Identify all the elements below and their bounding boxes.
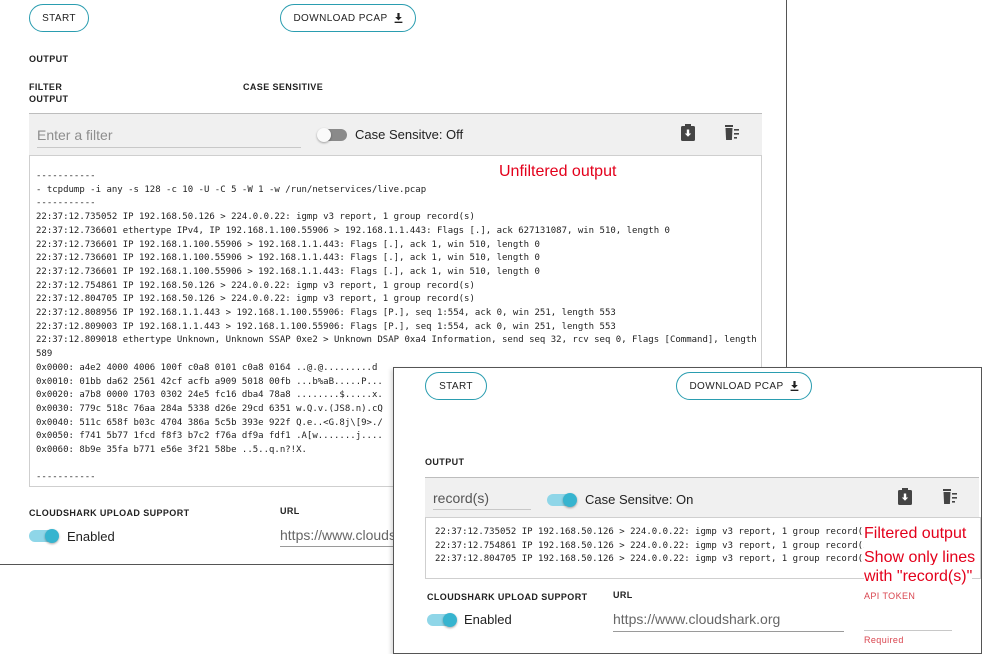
start-button[interactable]: START xyxy=(29,4,89,32)
start-button-label: START xyxy=(42,12,76,24)
output-heading: OUTPUT xyxy=(29,54,69,64)
filter-input[interactable] xyxy=(433,487,531,510)
toggle-knob xyxy=(317,128,331,142)
case-sensitive-header-clip: CASE SENSITIVE xyxy=(243,82,323,90)
output-text: 22:37:12.735052 IP 192.168.50.126 > 224.… xyxy=(435,527,874,565)
window-filtered: START DOWNLOAD PCAP OUTPUT Case Sensitve… xyxy=(393,367,982,654)
annotation-filtered-3: with "record(s)" xyxy=(864,565,973,589)
output-heading: OUTPUT xyxy=(425,457,465,467)
clear-list-icon[interactable] xyxy=(942,488,958,506)
annotation-unfiltered: Unfiltered output xyxy=(499,163,617,180)
output-sub-label: OUTPUT xyxy=(29,94,69,104)
case-sensitive-toggle[interactable] xyxy=(547,493,577,507)
save-icon[interactable] xyxy=(680,124,696,142)
filter-input[interactable] xyxy=(37,123,301,148)
download-icon xyxy=(790,381,798,391)
case-sensitive-label: Case Sensitve: Off xyxy=(355,127,464,142)
start-button[interactable]: START xyxy=(425,372,487,400)
required-label: Required xyxy=(864,635,904,645)
toggle-knob xyxy=(563,493,577,507)
toggle-knob xyxy=(45,529,59,543)
output-toolbar: Case Sensitve: Off xyxy=(29,113,762,156)
case-sensitive-header: CASE SENSITIVE xyxy=(243,82,324,90)
case-sensitive-label: Case Sensitve: On xyxy=(585,492,694,507)
cloudshark-label: CLOUDSHARK UPLOAD SUPPORT xyxy=(29,508,190,518)
clear-list-icon[interactable] xyxy=(724,124,740,142)
filter-label: FILTER xyxy=(29,82,63,92)
download-pcap-button[interactable]: DOWNLOAD PCAP xyxy=(280,4,416,32)
case-sensitive-toggle[interactable] xyxy=(317,128,347,142)
url-label: URL xyxy=(613,590,633,600)
cloudshark-enabled-label: Enabled xyxy=(464,612,512,627)
start-button-label: START xyxy=(439,380,473,392)
url-input[interactable] xyxy=(613,607,844,632)
download-icon xyxy=(394,13,402,23)
toggle-knob xyxy=(443,613,457,627)
api-token-underline xyxy=(864,630,952,631)
cloudshark-toggle[interactable] xyxy=(29,529,59,543)
api-token-label: API TOKEN xyxy=(864,591,916,601)
url-label: URL xyxy=(280,506,300,516)
cloudshark-toggle[interactable] xyxy=(427,613,457,627)
annotation-filtered-1: Filtered output xyxy=(864,522,967,546)
cloudshark-label: CLOUDSHARK UPLOAD SUPPORT xyxy=(427,592,588,602)
download-pcap-label: DOWNLOAD PCAP xyxy=(293,12,388,24)
cloudshark-enabled-label: Enabled xyxy=(67,529,115,544)
download-pcap-button[interactable]: DOWNLOAD PCAP xyxy=(676,372,812,400)
download-pcap-label: DOWNLOAD PCAP xyxy=(689,380,784,392)
save-icon[interactable] xyxy=(897,488,913,506)
output-toolbar: Case Sensitve: On xyxy=(425,477,979,518)
